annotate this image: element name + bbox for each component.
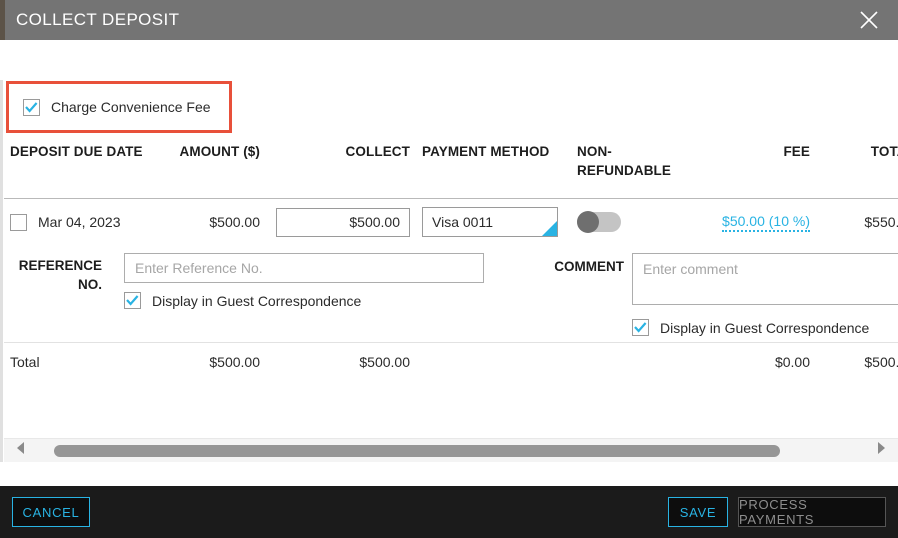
dialog-body: Charge Convenience Fee DEPOSIT DUE DATE … <box>0 40 898 462</box>
save-button[interactable]: SAVE <box>668 497 728 527</box>
check-icon <box>634 322 647 333</box>
reference-group: REFERENCE NO. Display in Guest Correspon… <box>4 253 504 336</box>
table-totals-row: Total $500.00 $500.00 $0.00 $500.00 <box>4 343 898 381</box>
payment-method-dropdown[interactable]: Visa 0011 <box>422 207 558 237</box>
cell-non-refundable <box>571 211 691 233</box>
collect-input[interactable] <box>276 207 410 237</box>
reference-display-guest-correspondence: Display in Guest Correspondence <box>124 292 484 309</box>
column-header-non-refundable: NON-REFUNDABLE <box>577 144 671 178</box>
check-icon <box>25 101 38 113</box>
totals-collect: $500.00 <box>359 354 410 370</box>
comment-field-group: Display in Guest Correspondence <box>632 253 898 336</box>
cell-total: $550.00 <box>864 214 898 230</box>
column-header-total: TOTAL <box>870 144 898 159</box>
comment-group: COMMENT Display in Guest Correspondence <box>512 253 898 336</box>
cell-payment-method: Visa 0011 <box>416 207 571 237</box>
column-header-fee: FEE <box>783 144 810 159</box>
column-header-amount: AMOUNT ($) <box>179 144 260 159</box>
deposit-table: DEPOSIT DUE DATE AMOUNT ($) COLLECT PAYM… <box>4 138 898 381</box>
collect-deposit-dialog: COLLECT DEPOSIT Charge Convenience Fee D… <box>0 0 898 538</box>
horizontal-scrollbar[interactable] <box>4 438 898 462</box>
check-icon <box>126 295 139 306</box>
cell-collect <box>266 207 416 237</box>
scroll-right-button[interactable] <box>864 439 898 463</box>
cell-deposit-due-date: Mar 04, 2023 <box>4 213 154 231</box>
toggle-knob <box>577 211 599 233</box>
table-header-row: DEPOSIT DUE DATE AMOUNT ($) COLLECT PAYM… <box>4 138 898 198</box>
deposit-due-date-value: Mar 04, 2023 <box>38 214 121 230</box>
close-icon <box>858 9 880 31</box>
row-detail-section: REFERENCE NO. Display in Guest Correspon… <box>4 245 898 342</box>
reference-field-group: Display in Guest Correspondence <box>110 253 484 336</box>
scroll-left-button[interactable] <box>4 439 38 463</box>
titlebar-left-accent <box>0 0 5 40</box>
column-header-payment-method: PAYMENT METHOD <box>422 144 550 159</box>
comment-textarea[interactable] <box>632 253 898 305</box>
charge-convenience-fee-highlight: Charge Convenience Fee <box>6 81 232 133</box>
dropdown-corner-icon <box>542 221 557 236</box>
column-header-deposit-due-date: DEPOSIT DUE DATE <box>10 144 143 159</box>
payment-method-value: Visa 0011 <box>432 214 493 230</box>
comment-label: COMMENT <box>554 259 624 274</box>
reference-display-checkbox[interactable] <box>124 292 141 309</box>
dialog-title: COLLECT DEPOSIT <box>16 10 180 29</box>
charge-convenience-fee-label: Charge Convenience Fee <box>51 99 211 115</box>
reference-display-label: Display in Guest Correspondence <box>152 292 362 309</box>
cancel-button[interactable]: CANCEL <box>12 497 90 527</box>
comment-display-checkbox[interactable] <box>632 319 649 336</box>
chevron-right-icon <box>876 441 886 460</box>
comment-display-label: Display in Guest Correspondence <box>660 319 870 336</box>
charge-convenience-fee-checkbox[interactable] <box>23 98 40 116</box>
reference-no-input[interactable] <box>124 253 484 283</box>
chevron-left-icon <box>16 441 26 460</box>
cell-amount: $500.00 <box>209 214 260 230</box>
cell-fee: $50.00 (10 %) <box>691 213 816 232</box>
process-payments-button[interactable]: PROCESS PAYMENTS <box>738 497 886 527</box>
totals-fee: $0.00 <box>774 354 810 370</box>
dialog-titlebar: COLLECT DEPOSIT <box>0 0 898 40</box>
body-left-edge <box>0 80 3 462</box>
column-header-collect: COLLECT <box>345 144 410 159</box>
totals-total: $500.00 <box>864 354 898 370</box>
non-refundable-toggle[interactable] <box>577 211 621 233</box>
table-row: Mar 04, 2023 $500.00 Visa 0011 <box>4 199 898 245</box>
close-button[interactable] <box>840 0 898 40</box>
totals-label: Total <box>10 354 40 370</box>
reference-no-label: REFERENCE NO. <box>18 258 102 292</box>
dialog-footer: CANCEL SAVE PROCESS PAYMENTS <box>0 486 898 538</box>
scrollbar-track[interactable] <box>38 439 864 463</box>
totals-amount: $500.00 <box>209 354 260 370</box>
fee-amount-link[interactable]: $50.00 (10 %) <box>722 213 810 232</box>
deposit-table-scroll-area: DEPOSIT DUE DATE AMOUNT ($) COLLECT PAYM… <box>4 138 898 423</box>
comment-display-guest-correspondence: Display in Guest Correspondence <box>632 319 898 336</box>
scrollbar-thumb[interactable] <box>54 444 780 457</box>
row-select-checkbox[interactable] <box>10 213 27 231</box>
